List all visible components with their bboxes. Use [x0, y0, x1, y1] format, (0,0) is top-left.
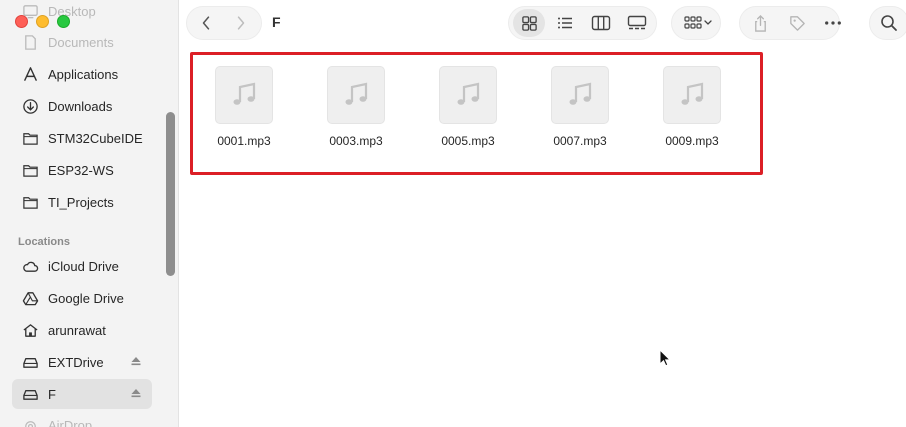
group-by-icon	[684, 16, 712, 29]
eject-icon[interactable]	[130, 355, 142, 367]
close-window-button[interactable]	[15, 15, 28, 28]
sidebar-item-applications[interactable]: Applications	[12, 59, 152, 89]
mouse-cursor-icon	[659, 349, 671, 367]
audio-file-thumbnail	[663, 66, 721, 124]
file-name: 0007.mp3	[553, 134, 607, 148]
downloads-icon	[20, 97, 40, 115]
sidebar-item-label: ESP32-WS	[48, 162, 114, 178]
sidebar-item-stm32cubeide[interactable]: STM32CubeIDE	[12, 123, 152, 153]
audio-file-thumbnail	[327, 66, 385, 124]
sidebar-item-label: F	[48, 386, 56, 402]
cloud-icon	[20, 257, 40, 275]
tag-button[interactable]	[784, 10, 810, 36]
sidebar-scrollbar-thumb[interactable]	[166, 112, 175, 276]
file-name: 0003.mp3	[329, 134, 383, 148]
file-item[interactable]: 0001.mp3	[199, 66, 289, 148]
sidebar-item-label: STM32CubeIDE	[48, 130, 143, 146]
music-note-icon	[345, 82, 368, 105]
audio-file-thumbnail	[215, 66, 273, 124]
sidebar-item-label: EXTDrive	[48, 354, 104, 370]
folder-icon	[20, 129, 40, 147]
file-name: 0009.mp3	[665, 134, 719, 148]
gallery-view-icon	[627, 15, 647, 30]
sidebar-item-esp32-ws[interactable]: ESP32-WS	[12, 155, 152, 185]
column-view-button[interactable]	[586, 9, 616, 37]
eject-icon[interactable]	[130, 387, 142, 399]
music-note-icon	[569, 82, 592, 105]
audio-file-thumbnail	[551, 66, 609, 124]
audio-file-thumbnail	[439, 66, 497, 124]
share-icon	[754, 14, 766, 32]
drive-icon	[20, 385, 40, 403]
folder-icon	[20, 193, 40, 211]
sidebar-item-label: Documents	[48, 34, 114, 50]
window-title: F	[272, 14, 281, 30]
sidebar-item-documents[interactable]: Documents	[12, 27, 152, 57]
sidebar-item-icloud-drive[interactable]: iCloud Drive	[12, 251, 152, 281]
sidebar-item-ti-projects[interactable]: TI_Projects	[12, 187, 152, 217]
sidebar-item-label: Downloads	[48, 98, 113, 114]
sidebar-item-f[interactable]: F	[12, 379, 152, 409]
sidebar-item-label: arunrawat	[48, 322, 106, 338]
google-drive-icon	[20, 289, 40, 307]
window-controls	[15, 15, 70, 28]
sidebar-item-downloads[interactable]: Downloads	[12, 91, 152, 121]
sidebar-item-google-drive[interactable]: Google Drive	[12, 283, 152, 313]
search-button[interactable]	[876, 11, 902, 35]
drive-icon	[20, 353, 40, 371]
sidebar-item-label: Google Drive	[48, 290, 124, 306]
sidebar-item-label: iCloud Drive	[48, 258, 119, 274]
list-view-button[interactable]	[550, 9, 580, 37]
file-item[interactable]: 0003.mp3	[311, 66, 401, 148]
file-item[interactable]: 0007.mp3	[535, 66, 625, 148]
group-by-button[interactable]	[679, 11, 717, 35]
back-button[interactable]	[195, 12, 217, 34]
icon-view-button[interactable]	[513, 9, 545, 37]
search-icon	[881, 15, 897, 31]
sidebar-item-label: Applications	[48, 66, 119, 82]
gallery-view-button[interactable]	[622, 9, 652, 37]
airdrop-icon	[20, 416, 40, 427]
chevron-right-icon	[237, 16, 245, 30]
folder-icon	[20, 161, 40, 179]
zoom-window-button[interactable]	[57, 15, 70, 28]
column-view-icon	[591, 15, 611, 31]
home-icon	[20, 321, 40, 339]
share-button[interactable]	[747, 10, 773, 36]
sidebar-item-airdrop[interactable]: AirDrop	[12, 410, 152, 427]
sidebar-item-label: TI_Projects	[48, 194, 114, 210]
file-name: 0005.mp3	[441, 134, 495, 148]
file-name: 0001.mp3	[217, 134, 271, 148]
sidebar-item-extdrive[interactable]: EXTDrive	[12, 347, 152, 377]
file-item[interactable]: 0005.mp3	[423, 66, 513, 148]
applications-icon	[20, 65, 40, 83]
more-icon	[825, 21, 841, 25]
forward-button[interactable]	[230, 12, 252, 34]
file-item[interactable]: 0009.mp3	[647, 66, 737, 148]
toolbar: F	[179, 0, 906, 46]
icon-view-icon	[521, 15, 537, 31]
sidebar-divider	[178, 0, 179, 427]
sidebar-item-arunrawat[interactable]: arunrawat	[12, 315, 152, 345]
minimize-window-button[interactable]	[36, 15, 49, 28]
tag-icon	[789, 15, 805, 31]
sidebar-item-label: AirDrop	[48, 417, 93, 427]
document-icon	[20, 33, 40, 51]
more-actions-button[interactable]	[819, 10, 847, 36]
sidebar-section-header: Locations	[18, 236, 70, 248]
list-view-icon	[558, 17, 572, 29]
finder-window: Desktop Documents Applications Downloads…	[0, 0, 906, 427]
sidebar: Desktop Documents Applications Downloads…	[0, 0, 178, 427]
music-note-icon	[681, 82, 704, 105]
chevron-left-icon	[202, 16, 210, 30]
music-note-icon	[457, 82, 480, 105]
music-note-icon	[233, 82, 256, 105]
